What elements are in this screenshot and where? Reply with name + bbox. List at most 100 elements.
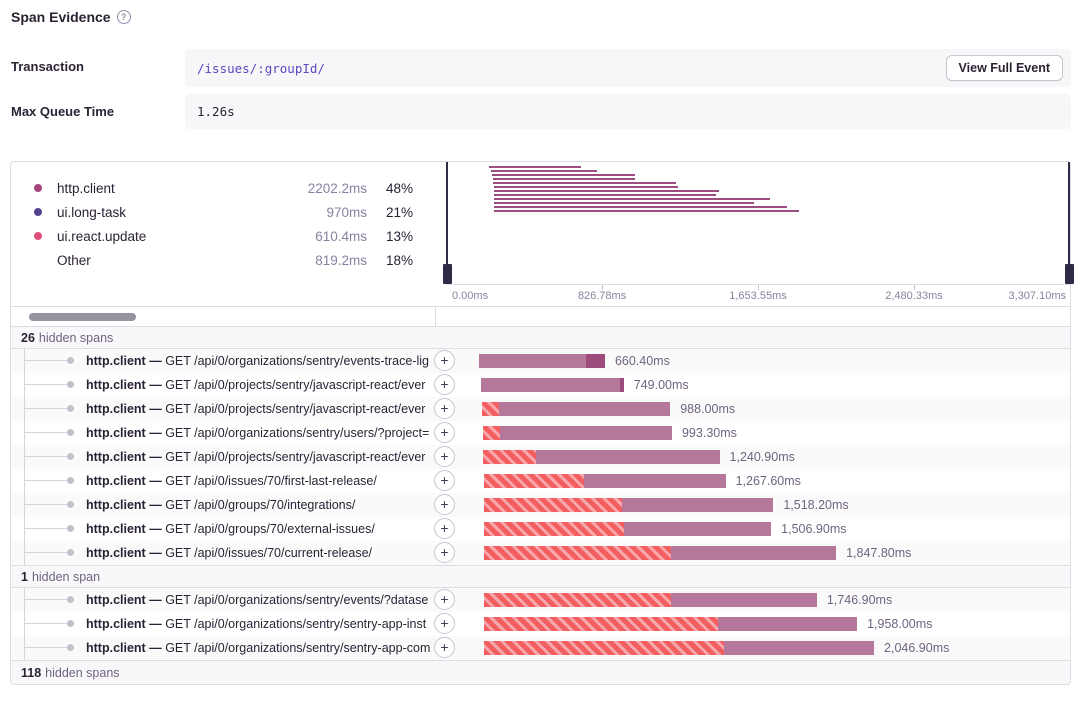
span-separator: —: [149, 426, 165, 440]
minimap-right-grip[interactable]: [1065, 264, 1074, 284]
span-duration-bar: [484, 522, 771, 536]
span-url: GET /api/0/projects/sentry/javascript-re…: [165, 402, 425, 416]
span-duration-bar: [481, 378, 624, 392]
tree-vertical-line: [24, 421, 25, 445]
tree-node-dot: [67, 381, 74, 388]
transaction-value: /issues/:groupId/: [197, 61, 325, 76]
tree-branch-line: [24, 360, 69, 361]
expand-span-button[interactable]: +: [434, 613, 455, 634]
legend-color-dot: [34, 208, 42, 216]
tree-node-dot: [67, 405, 74, 412]
tree-node-dot: [67, 357, 74, 364]
span-row[interactable]: http.client — GET /api/0/organizations/s…: [11, 349, 1070, 373]
scrollbar-thumb[interactable]: [29, 313, 136, 321]
span-duration-bar: [483, 426, 672, 440]
span-description: http.client — GET /api/0/organizations/s…: [86, 612, 433, 636]
expand-span-button[interactable]: +: [434, 637, 455, 658]
tree-branch-line: [24, 552, 69, 553]
span-duration-label: 1,958.00ms: [867, 612, 932, 636]
tree-node-dot: [67, 501, 74, 508]
span-row[interactable]: http.client — GET /api/0/organizations/s…: [11, 636, 1070, 660]
span-row[interactable]: http.client — GET /api/0/projects/sentry…: [11, 397, 1070, 421]
span-duration-label: 1,518.20ms: [783, 493, 848, 517]
help-icon[interactable]: ?: [117, 10, 131, 24]
tree-node-dot: [67, 596, 74, 603]
tree-branch-line: [24, 528, 69, 529]
hidden-spans-count: 1: [21, 570, 28, 584]
span-op: http.client: [86, 641, 149, 655]
tree-branch-line: [24, 647, 69, 648]
view-full-event-button[interactable]: View Full Event: [946, 55, 1063, 81]
tree-branch-line: [24, 623, 69, 624]
span-row[interactable]: http.client — GET /api/0/issues/70/curre…: [11, 541, 1070, 565]
tree-branch-line: [24, 408, 69, 409]
span-row[interactable]: http.client — GET /api/0/organizations/s…: [11, 421, 1070, 445]
queue-time-hatch: [484, 522, 624, 536]
span-row[interactable]: http.client — GET /api/0/projects/sentry…: [11, 445, 1070, 469]
axis-tick-label: 0.00ms: [452, 290, 488, 302]
span-op: http.client: [86, 546, 149, 560]
minimap-span-bar: [494, 206, 786, 208]
span-row[interactable]: http.client — GET /api/0/groups/70/integ…: [11, 493, 1070, 517]
span-row[interactable]: http.client — GET /api/0/groups/70/exter…: [11, 517, 1070, 541]
tree-vertical-line: [24, 636, 25, 660]
expand-span-button[interactable]: +: [434, 542, 455, 563]
queue-time-hatch: [484, 617, 718, 631]
span-row[interactable]: http.client — GET /api/0/organizations/s…: [11, 588, 1070, 612]
span-duration-label: 1,506.90ms: [781, 517, 846, 541]
span-description: http.client — GET /api/0/issues/70/curre…: [86, 541, 433, 565]
hidden-spans-count: 118: [21, 666, 41, 680]
legend-item: ui.react.update 610.4ms 13%: [34, 224, 413, 248]
span-url: GET /api/0/projects/sentry/javascript-re…: [165, 450, 425, 464]
max-queue-time-row: Max Queue Time 1.26s: [0, 94, 1083, 129]
legend-op-label: ui.react.update: [57, 229, 315, 244]
span-separator: —: [149, 498, 165, 512]
legend-duration-value: 610.4ms: [315, 229, 367, 244]
tree-node-dot: [67, 620, 74, 627]
span-row[interactable]: http.client — GET /api/0/projects/sentry…: [11, 373, 1070, 397]
event-fields: Transaction /issues/:groupId/ View Full …: [0, 49, 1083, 129]
tree-node-dot: [67, 525, 74, 532]
span-tree: 26 hidden spans http.client — GET /api/0…: [11, 326, 1070, 684]
tree-branch-line: [24, 599, 69, 600]
span-separator: —: [149, 450, 165, 464]
expand-span-button[interactable]: +: [434, 422, 455, 443]
minimap-span-bar: [492, 174, 635, 176]
expand-span-button[interactable]: +: [434, 446, 455, 467]
hidden-spans-text: hidden spans: [39, 331, 113, 345]
minimap-right-handle[interactable]: [1068, 162, 1070, 284]
axis-tick-mark: [914, 285, 915, 290]
span-bar-dark-tail: [586, 354, 605, 368]
minimap-chart: 0.00ms826.78ms1,653.55ms2,480.33ms3,307.…: [446, 162, 1070, 306]
queue-time-hatch: [484, 498, 622, 512]
hidden-spans-row: 26 hidden spans: [11, 326, 1070, 349]
span-row[interactable]: http.client — GET /api/0/organizations/s…: [11, 612, 1070, 636]
span-separator: —: [149, 354, 165, 368]
span-op: http.client: [86, 498, 149, 512]
minimap-left-grip[interactable]: [443, 264, 452, 284]
span-op: http.client: [86, 402, 149, 416]
span-duration-bar: [483, 450, 719, 464]
span-op: http.client: [86, 474, 149, 488]
span-duration-bar: [484, 641, 874, 655]
expand-span-button[interactable]: +: [434, 518, 455, 539]
span-ops-legend: http.client 2202.2ms 48% ui.long-task 97…: [11, 162, 436, 306]
expand-span-button[interactable]: +: [434, 494, 455, 515]
expand-span-button[interactable]: +: [434, 589, 455, 610]
span-row[interactable]: http.client — GET /api/0/issues/70/first…: [11, 469, 1070, 493]
expand-span-button[interactable]: +: [434, 470, 455, 491]
minimap-span-bar: [493, 182, 676, 184]
minimap-section: http.client 2202.2ms 48% ui.long-task 97…: [11, 162, 1070, 306]
tree-branch-line: [24, 504, 69, 505]
legend-item: Other 819.2ms 18%: [34, 248, 413, 272]
scrollbar-track[interactable]: [11, 307, 436, 326]
minimap-left-handle[interactable]: [446, 162, 448, 284]
expand-span-button[interactable]: +: [434, 350, 455, 371]
span-op: http.client: [86, 354, 149, 368]
span-description: http.client — GET /api/0/organizations/s…: [86, 349, 433, 373]
expand-span-button[interactable]: +: [434, 398, 455, 419]
hidden-spans-count: 26: [21, 331, 35, 345]
axis-tick-label: 3,307.10ms: [1009, 290, 1066, 302]
queue-time-hatch: [483, 426, 500, 440]
expand-span-button[interactable]: +: [434, 374, 455, 395]
